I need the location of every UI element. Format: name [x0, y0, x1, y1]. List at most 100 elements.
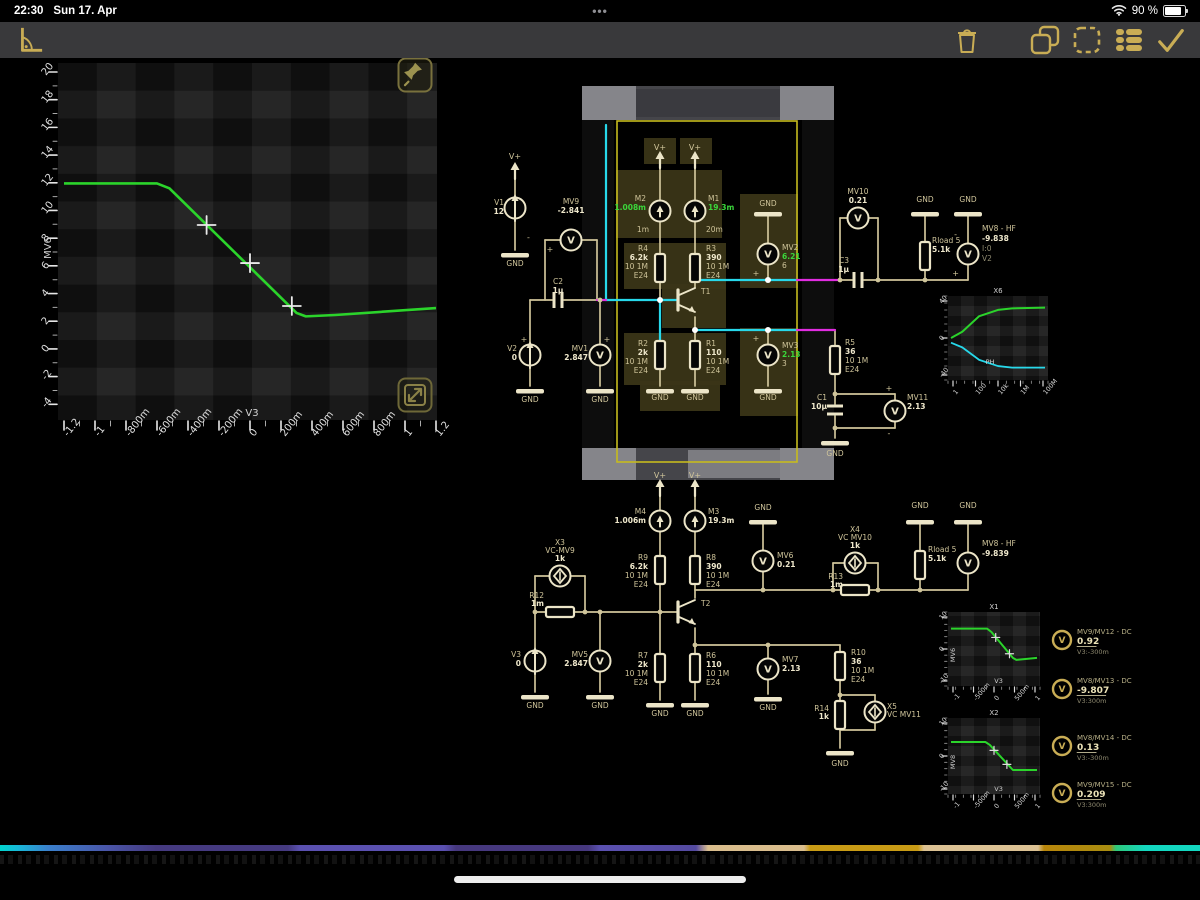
list-select-icon[interactable]: [1112, 23, 1146, 57]
svg-text:-: -: [888, 429, 891, 438]
schematic-canvas[interactable]: 20181614121086420-2-4-1.2 -1 -800m -600m -40…: [0, 0, 1200, 900]
svg-text:0.13: 0.13: [1077, 743, 1099, 753]
duplicate-icon[interactable]: [1028, 23, 1062, 57]
svg-text:R6: R6: [706, 651, 716, 660]
svg-text:1m: 1m: [637, 225, 649, 234]
svg-text:C3: C3: [839, 256, 849, 265]
svg-text:GND: GND: [754, 503, 771, 512]
svg-text:0.21: 0.21: [777, 560, 796, 569]
svg-text:V2: V2: [982, 254, 992, 263]
trash-icon[interactable]: [950, 23, 984, 57]
svg-text:V3:-300m: V3:-300m: [1077, 648, 1109, 656]
svg-text:E24: E24: [634, 678, 649, 687]
svg-text:2.13: 2.13: [907, 402, 926, 411]
svg-text:GND: GND: [759, 199, 776, 208]
meter-readout[interactable]: V MV9/MV12 - DC0.92V3:-300m: [1051, 628, 1132, 656]
svg-text:M4: M4: [635, 507, 646, 516]
simulation-timeline-bar[interactable]: [0, 845, 1200, 851]
svg-text:14: 14: [40, 144, 57, 161]
app-logo-angle-tool-icon[interactable]: [12, 23, 46, 57]
marquee-select-icon[interactable]: [1070, 23, 1104, 57]
svg-text:E24: E24: [634, 271, 649, 280]
svg-text:V: V: [759, 557, 767, 568]
svg-text:E24: E24: [706, 678, 721, 687]
home-indicator[interactable]: [454, 876, 746, 883]
mini-plot-x1[interactable]: X1100-10-1 -500m 0 500m 1MV6V3: [937, 603, 1042, 702]
svg-text:+: +: [952, 269, 959, 278]
svg-text:40: 40: [937, 294, 948, 305]
svg-text:0: 0: [992, 694, 1001, 702]
svg-text:MV8/MV13 - DC: MV8/MV13 - DC: [1077, 677, 1132, 685]
svg-text:1.008m: 1.008m: [614, 203, 646, 212]
svg-text:-2.841: -2.841: [558, 206, 585, 215]
svg-text:X6: X6: [993, 287, 1003, 295]
svg-text:1m: 1m: [531, 599, 544, 608]
meter-readout[interactable]: V MV9/MV15 - DC0.209V3:300m: [1051, 781, 1132, 809]
circuit-schematic[interactable]: VVVVVVVVVVVV+V112-GNDMV9-2.841+C21µV20+G…: [494, 86, 1016, 768]
main-scope-plot[interactable]: 20181614121086420-2-4-1.2 -1 -800m -600m -40…: [40, 61, 452, 439]
svg-text:V3:300m: V3:300m: [1077, 801, 1107, 809]
svg-text:390: 390: [706, 562, 722, 571]
svg-text:R9: R9: [638, 553, 648, 562]
svg-text:MV11: MV11: [907, 393, 928, 402]
svg-text:1µ: 1µ: [553, 286, 564, 295]
svg-text:R3: R3: [706, 244, 716, 253]
svg-text:10: 10: [937, 716, 948, 727]
svg-text:5.1k: 5.1k: [928, 554, 947, 563]
svg-text:E24: E24: [851, 675, 866, 684]
svg-text:+: +: [886, 384, 893, 393]
svg-text:T2: T2: [700, 599, 711, 608]
svg-text:110: 110: [706, 660, 722, 669]
wifi-icon: [1111, 4, 1127, 19]
svg-text:2.847: 2.847: [564, 659, 588, 668]
svg-text:MV9: MV9: [563, 197, 580, 206]
svg-text:10 1M: 10 1M: [845, 356, 868, 365]
svg-text:10: 10: [40, 199, 57, 216]
svg-text:10 1M: 10 1M: [706, 571, 729, 580]
confirm-check-icon[interactable]: [1154, 23, 1188, 57]
bode-plot-x6[interactable]: X6400-401 100 10k 1M 100MPH: [937, 287, 1059, 396]
svg-text:R1: R1: [706, 339, 716, 348]
svg-text:36: 36: [851, 657, 861, 666]
svg-text:2.847: 2.847: [564, 353, 588, 362]
svg-text:-: -: [954, 230, 957, 239]
svg-text:MV7: MV7: [782, 655, 799, 664]
svg-text:R8: R8: [706, 553, 716, 562]
svg-text:1k: 1k: [819, 712, 830, 721]
svg-text:GND: GND: [911, 501, 928, 510]
svg-text:+: +: [604, 335, 611, 344]
plot-pin-button[interactable]: [397, 57, 433, 93]
svg-text:E24: E24: [706, 366, 721, 375]
svg-text:E24: E24: [706, 580, 721, 589]
svg-text:GND: GND: [826, 449, 843, 458]
meter-readout[interactable]: V MV8/MV13 - DC-9.807V3:300m: [1051, 677, 1132, 705]
svg-text:GND: GND: [651, 393, 668, 402]
svg-text:V: V: [1059, 789, 1066, 799]
mini-plot-x2[interactable]: X2100-10-1 -500m 0 500m 1MV8V3: [937, 709, 1042, 810]
svg-text:PH: PH: [986, 358, 995, 366]
svg-text:6: 6: [40, 260, 53, 272]
svg-text:6.2k: 6.2k: [630, 253, 649, 262]
date: Sun 17. Apr: [53, 5, 117, 17]
svg-text:6.21: 6.21: [782, 252, 801, 261]
svg-text:0.21: 0.21: [849, 196, 868, 205]
svg-text:MV9/MV15 - DC: MV9/MV15 - DC: [1077, 781, 1132, 789]
svg-text:+: +: [753, 269, 760, 278]
svg-text:0.92: 0.92: [1077, 637, 1099, 647]
svg-text:0: 0: [937, 334, 946, 342]
svg-text:0: 0: [248, 427, 261, 439]
svg-text:V: V: [1059, 685, 1066, 695]
plot-resize-button[interactable]: [397, 377, 433, 413]
svg-text:100M: 100M: [1041, 377, 1059, 396]
svg-text:V: V: [964, 250, 972, 261]
svg-text:10 1M: 10 1M: [706, 262, 729, 271]
svg-text:V: V: [764, 250, 772, 261]
svg-text:2k: 2k: [638, 348, 649, 357]
battery-icon: [1163, 5, 1188, 17]
svg-text:-4: -4: [40, 396, 55, 411]
meter-readout[interactable]: V MV8/MV14 - DC0.13V3:-300m: [1051, 734, 1132, 762]
svg-text:1k: 1k: [555, 554, 566, 563]
svg-text:V: V: [567, 236, 575, 247]
svg-text:1: 1: [403, 427, 416, 439]
svg-text:1: 1: [951, 388, 960, 396]
